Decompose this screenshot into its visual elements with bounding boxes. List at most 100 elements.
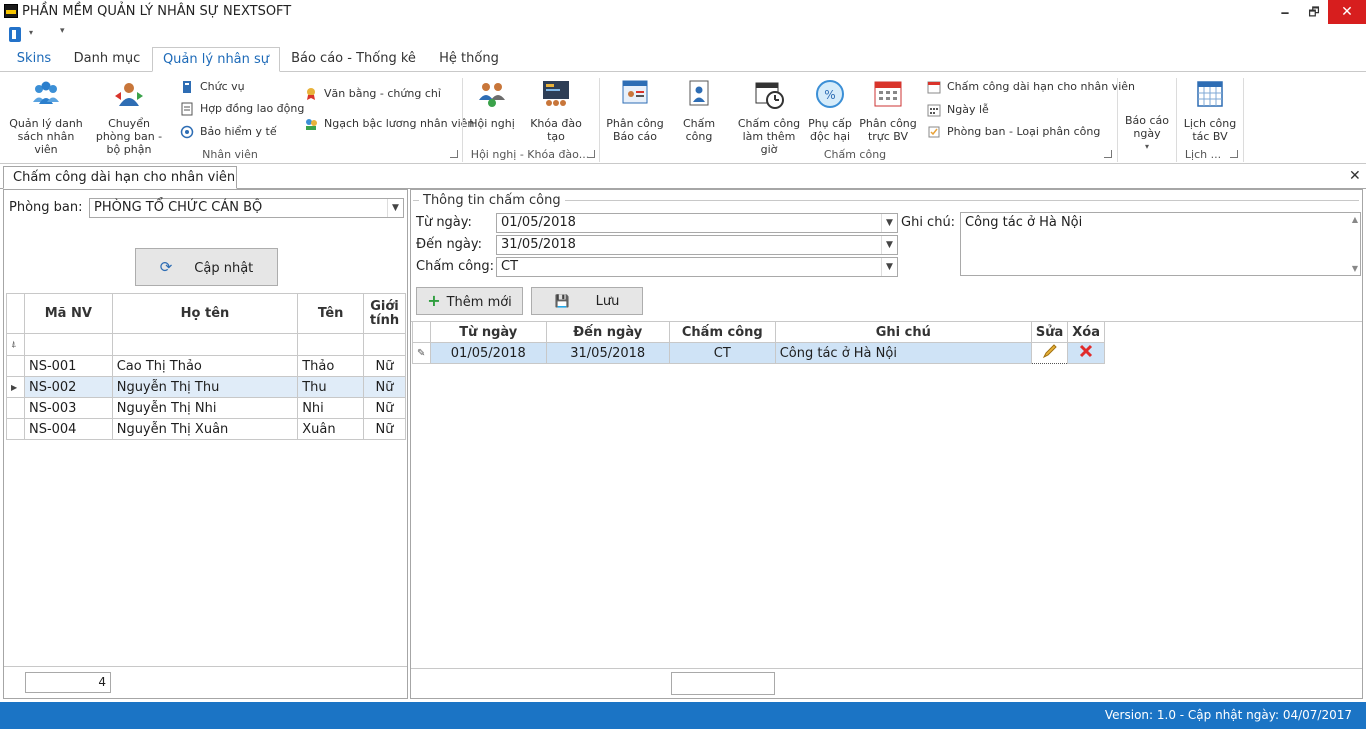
ribbon: Quản lý danh sách nhân viên Chuyển phòng…	[0, 71, 1366, 164]
edit-button[interactable]	[1030, 342, 1069, 364]
col-den-ngay[interactable]: Đến ngày	[545, 321, 670, 343]
hoi-nghi-launcher-icon[interactable]	[587, 150, 595, 158]
cell-ma-nv[interactable]: NS-003	[23, 397, 113, 419]
cham-cong-lam-them-gio-button[interactable]: Chấm công làm thêm giờ	[733, 78, 805, 156]
ngach-bac-luong-button[interactable]: Ngạch bậc lương nhân viên	[304, 115, 474, 133]
phu-cap-doc-hai-button[interactable]: % Phụ cấp độc hại	[806, 78, 854, 143]
cell-gioi-tinh[interactable]: Nữ	[363, 397, 406, 419]
chevron-down-icon[interactable]: ▼	[881, 236, 897, 254]
phong-ban-value: PHÒNG TỔ CHỨC CÁN BỘ	[94, 200, 263, 215]
cell-ma-nv[interactable]: NS-001	[23, 355, 113, 377]
ngay-le-button[interactable]: Ngày lễ	[927, 101, 989, 119]
filter-cell[interactable]	[111, 333, 299, 356]
tu-ngay-date-picker[interactable]: 01/05/2018 ▼	[496, 213, 898, 233]
bao-hiem-button[interactable]: Bảo hiểm y tế	[180, 123, 277, 141]
cell-ho-ten[interactable]: Nguyễn Thị Xuân	[111, 418, 299, 440]
cell-tu-ngay[interactable]: 01/05/2018	[429, 342, 547, 364]
cham-cong-dai-han-button[interactable]: Chấm công dài hạn cho nhân viên	[927, 78, 1135, 96]
cell-ten[interactable]: Xuân	[297, 418, 365, 440]
cell-gioi-tinh[interactable]: Nữ	[363, 355, 406, 377]
chuc-vu-button[interactable]: Chức vụ	[180, 78, 245, 96]
app-menu-dropdown-icon[interactable]: ▾	[29, 28, 33, 37]
filter-cell[interactable]	[23, 333, 113, 356]
customize-qat-icon[interactable]: ▾	[60, 26, 65, 36]
col-ho-ten[interactable]: Họ tên	[111, 293, 299, 334]
chevron-down-icon[interactable]: ▼	[881, 258, 897, 276]
table-row[interactable]: ✎ 01/05/2018 31/05/2018 CT Công tác ở Hà…	[412, 342, 1105, 364]
cell-ten[interactable]: Thu	[297, 376, 365, 398]
col-sua[interactable]: Sửa	[1030, 321, 1069, 343]
chuyen-phong-ban-button[interactable]: Chuyển phòng ban - bộ phận	[90, 78, 168, 156]
cell-ho-ten[interactable]: Nguyễn Thị Thu	[111, 376, 299, 398]
cham-cong-button[interactable]: Chấm công	[668, 78, 730, 143]
table-row[interactable]: NS-003 Nguyễn Thị Nhi Nhi Nữ	[6, 397, 406, 419]
overtime-calendar-icon	[755, 82, 784, 109]
cham-cong-launcher-icon[interactable]	[1104, 150, 1112, 158]
close-document-icon[interactable]: ✕	[1349, 168, 1361, 184]
group-separator	[599, 78, 600, 162]
col-cham-cong[interactable]: Chấm công	[668, 321, 776, 343]
cell-ten[interactable]: Nhi	[297, 397, 365, 419]
cell-ma-nv[interactable]: NS-004	[23, 418, 113, 440]
tab-danh-muc[interactable]: Danh mục	[66, 47, 148, 72]
table-row[interactable]: NS-004 Nguyễn Thị Xuân Xuân Nữ	[6, 418, 406, 440]
cell-ghi-chu[interactable]: Công tác ở Hà Nội	[774, 342, 1032, 364]
scroll-up-icon[interactable]: ▲	[1352, 215, 1358, 224]
filter-cell[interactable]	[297, 333, 365, 356]
table-row[interactable]: NS-001 Cao Thị Thảo Thảo Nữ	[6, 355, 406, 377]
table-row[interactable]: ▶ NS-002 Nguyễn Thị Thu Thu Nữ	[6, 376, 406, 398]
cell-den-ngay[interactable]: 31/05/2018	[545, 342, 670, 364]
maximize-button[interactable]: 🗗	[1299, 0, 1329, 24]
chevron-down-icon[interactable]: ▼	[881, 214, 897, 232]
tab-bao-cao-thong-ke[interactable]: Báo cáo - Thống kê	[285, 47, 422, 72]
bao-cao-ngay-button[interactable]: Báo cáo ngày ▾	[1122, 114, 1172, 153]
phong-ban-loai-phan-cong-button[interactable]: Phòng ban - Loại phân công	[927, 123, 1100, 141]
quan-ly-danh-sach-button[interactable]: Quản lý danh sách nhân viên	[6, 78, 86, 156]
cell-ho-ten[interactable]: Nguyễn Thị Nhi	[111, 397, 299, 419]
col-xoa[interactable]: Xóa	[1067, 321, 1105, 343]
ghi-chu-textarea[interactable]: Công tác ở Hà Nội ▲ ▼	[960, 212, 1361, 276]
scroll-down-icon[interactable]: ▼	[1352, 264, 1358, 273]
tab-quan-ly-nhan-su[interactable]: Quản lý nhân sự	[152, 47, 280, 72]
footer-divider	[4, 666, 407, 667]
den-ngay-date-picker[interactable]: 31/05/2018 ▼	[496, 235, 898, 255]
phan-cong-truc-button[interactable]: Phân công trực BV	[857, 78, 919, 143]
col-ten[interactable]: Tên	[297, 293, 365, 334]
cell-ho-ten[interactable]: Cao Thị Thảo	[111, 355, 299, 377]
col-ma-nv[interactable]: Mã NV	[23, 293, 113, 334]
lich-launcher-icon[interactable]	[1230, 150, 1238, 158]
cell-ten[interactable]: Thảo	[297, 355, 365, 377]
nhan-vien-launcher-icon[interactable]	[450, 150, 458, 158]
phan-cong-bao-cao-button[interactable]: Phân công Báo cáo	[604, 78, 666, 143]
lich-cong-tac-button[interactable]: Lịch công tác BV	[1181, 78, 1239, 143]
phong-ban-select[interactable]: PHÒNG TỔ CHỨC CÁN BỘ ▼	[89, 198, 404, 218]
application-menu-icon[interactable]	[9, 27, 21, 42]
col-gioi-tinh[interactable]: Giới tính	[363, 293, 406, 334]
col-tu-ngay[interactable]: Từ ngày	[429, 321, 547, 343]
hoi-nghi-button[interactable]: Hội nghị	[468, 78, 516, 130]
tab-skins[interactable]: Skins	[8, 47, 60, 72]
minimize-button[interactable]: 🗕	[1270, 0, 1300, 24]
cap-nhat-button[interactable]: ⟳ Cập nhật	[135, 248, 278, 286]
chevron-down-icon[interactable]: ▼	[387, 199, 403, 217]
hop-dong-button[interactable]: Hợp đồng lao động	[180, 100, 304, 118]
document-tab-cham-cong-dai-han[interactable]: Chấm công dài hạn cho nhân viên	[3, 166, 237, 189]
training-board-icon	[543, 81, 569, 106]
delete-button[interactable]	[1067, 342, 1105, 364]
cell-ma-nv[interactable]: NS-002	[23, 376, 113, 398]
cell-gioi-tinh[interactable]: Nữ	[363, 376, 406, 398]
cell-cham-cong[interactable]: CT	[668, 342, 776, 364]
col-ghi-chu[interactable]: Ghi chú	[774, 321, 1032, 343]
cell-gioi-tinh[interactable]: Nữ	[363, 418, 406, 440]
van-bang-button[interactable]: Văn bằng - chứng chỉ	[304, 85, 441, 103]
group-label-nhan-vien: Nhân viên	[202, 148, 258, 161]
tab-he-thong[interactable]: Hệ thống	[430, 47, 508, 72]
khoa-dao-tao-button[interactable]: Khóa đào tạo	[520, 78, 592, 143]
luu-button[interactable]: 💾 Lưu	[531, 287, 643, 315]
schedule-grid-icon	[1197, 81, 1223, 107]
cham-cong-select[interactable]: CT ▼	[496, 257, 898, 277]
close-window-button[interactable]: ✕	[1328, 0, 1366, 24]
filter-cell[interactable]	[363, 333, 406, 356]
them-moi-button[interactable]: + Thêm mới	[416, 287, 523, 315]
group-label-hoi-nghi: Hội nghị - Khóa đào...	[470, 148, 590, 161]
